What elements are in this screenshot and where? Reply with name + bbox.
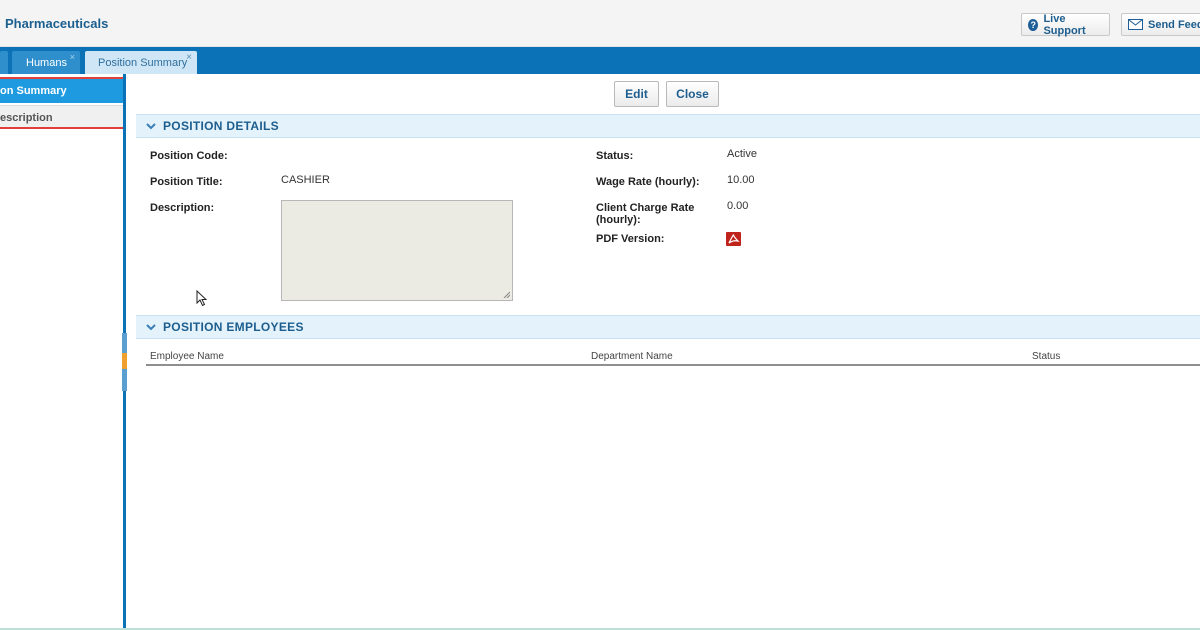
pdf-icon[interactable] [726,232,741,246]
position-details-header[interactable]: POSITION DETAILS [136,114,1200,138]
side-navigation [0,74,126,630]
main-content: Edit Close POSITION DETAILS Position Cod… [127,74,1200,630]
client-charge-rate-label-line2: (hourly): [596,214,641,226]
live-support-button[interactable]: ? Live Support [1021,12,1110,37]
tab-humans-label: Humans [26,56,67,69]
highlight-box [0,77,125,129]
app-title: Pharmaceuticals [5,16,109,31]
pdf-version-label: PDF Version: [596,233,665,245]
app-header: Pharmaceuticals ? Live Support Send Feed… [0,0,1200,47]
position-title-label: Position Title: [150,176,223,188]
status-label: Status: [596,150,634,162]
column-header-employee-name[interactable]: Employee Name [150,351,224,362]
client-charge-rate-label-line1: Client Charge Rate [596,202,695,214]
mouse-cursor-icon [196,290,208,307]
wage-rate-label: Wage Rate (hourly): [596,176,700,188]
close-button[interactable]: Close [666,81,719,107]
section-title: POSITION EMPLOYEES [163,320,304,334]
position-title-value: CASHIER [281,174,330,186]
description-label: Description: [150,202,215,214]
live-support-label: Live Support [1043,12,1086,37]
tab-bar: Humans × Position Summary × [0,47,1200,74]
column-header-department-name[interactable]: Department Name [591,351,673,362]
position-code-label: Position Code: [150,150,228,162]
tab-position-summary-close-icon[interactable]: × [186,52,192,63]
description-field[interactable] [281,200,513,301]
send-feedback-button[interactable]: Send Feedb [1121,13,1200,36]
envelope-icon [1128,19,1143,30]
tab-humans[interactable]: Humans × [12,51,80,74]
tab-previous[interactable] [0,51,8,74]
chevron-down-icon [146,123,156,130]
question-circle-icon: ? [1028,18,1039,31]
resize-grip-icon[interactable] [503,291,510,298]
edit-button[interactable]: Edit [614,81,659,107]
position-employees-header[interactable]: POSITION EMPLOYEES [136,315,1200,339]
status-value: Active [727,148,757,160]
send-feedback-label: Send Feedb [1148,18,1200,31]
wage-rate-value: 10.00 [727,174,755,186]
column-header-status[interactable]: Status [1032,351,1060,362]
tab-position-summary-label: Position Summary [98,56,188,69]
table-header-rule [146,364,1200,366]
tab-position-summary[interactable]: Position Summary × [85,51,197,74]
section-title: POSITION DETAILS [163,119,279,133]
tab-humans-close-icon[interactable]: × [70,52,75,62]
chevron-down-icon [146,324,156,331]
client-charge-rate-value: 0.00 [727,200,749,212]
